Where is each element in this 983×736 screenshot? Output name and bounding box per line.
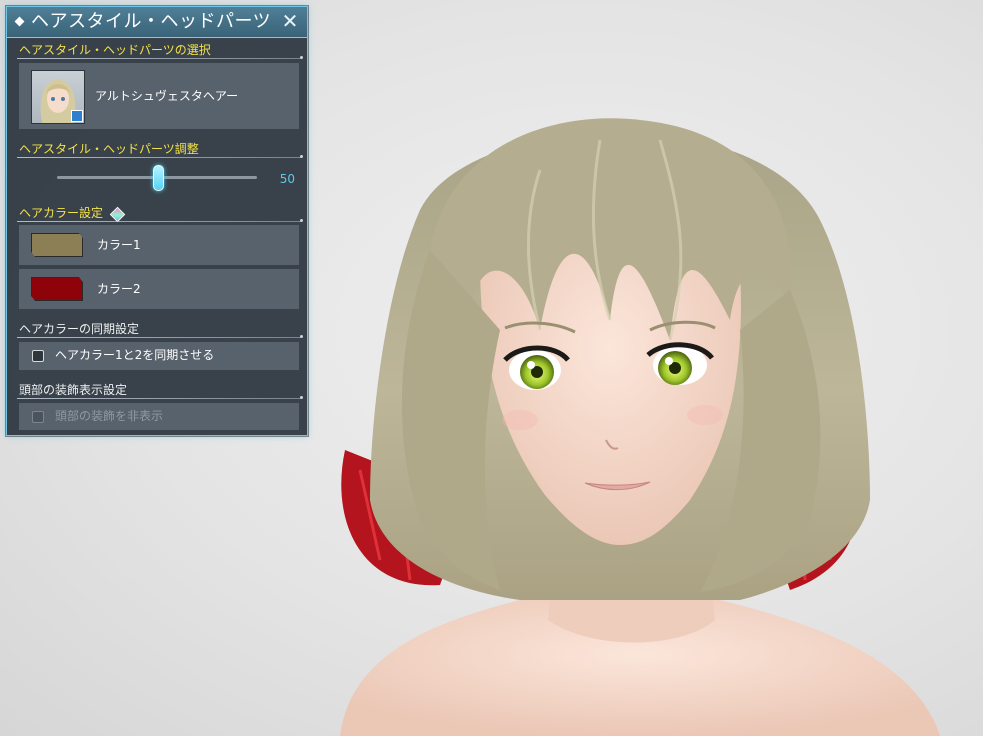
- color-1-swatch: [31, 233, 83, 257]
- divider: [17, 155, 303, 158]
- diamond-icon: [14, 16, 25, 27]
- section-label-adjust: ヘアスタイル・ヘッドパーツ調整: [19, 142, 199, 156]
- divider: [17, 219, 303, 222]
- gem-icon: [109, 206, 126, 223]
- divider: [17, 335, 303, 338]
- hide-accessory-checkbox-row[interactable]: 頭部の装飾を非表示: [19, 403, 299, 430]
- sync-checkbox-row[interactable]: ヘアカラー1と2を同期させる: [19, 342, 299, 370]
- hair-color-1-row[interactable]: カラー1: [19, 225, 299, 265]
- adjust-slider-handle[interactable]: [153, 165, 164, 191]
- close-icon[interactable]: ✕: [279, 10, 301, 32]
- hair-color-2-row[interactable]: カラー2: [19, 269, 299, 309]
- color-2-swatch: [31, 277, 83, 301]
- sync-checkbox-label: ヘアカラー1と2を同期させる: [55, 348, 215, 362]
- hairstyle-item[interactable]: アルトシュヴェスタヘアー: [19, 63, 299, 129]
- hairstyle-name: アルトシュヴェスタヘアー: [95, 89, 239, 103]
- hide-accessory-checkbox[interactable]: [32, 411, 44, 423]
- divider: [17, 396, 303, 399]
- section-label-sync: ヘアカラーの同期設定: [19, 322, 140, 336]
- section-label-hairstyle-select: ヘアスタイル・ヘッドパーツの選択: [19, 43, 211, 57]
- divider: [17, 56, 303, 59]
- hairstyle-panel: ヘアスタイル・ヘッドパーツ ✕ ヘアスタイル・ヘッドパーツの選択 アルトシュヴェ…: [6, 6, 308, 436]
- hair-color-label-text: ヘアカラー設定: [19, 206, 104, 220]
- adjust-slider-value: 50: [279, 172, 295, 186]
- color-1-label: カラー1: [97, 238, 141, 252]
- panel-titlebar[interactable]: ヘアスタイル・ヘッドパーツ ✕: [7, 7, 307, 38]
- item-badge-icon: [71, 110, 83, 122]
- hairstyle-thumbnail: [31, 70, 85, 124]
- section-label-hair-color: ヘアカラー設定: [19, 206, 103, 220]
- hide-accessory-checkbox-label: 頭部の装飾を非表示: [55, 409, 164, 423]
- section-label-head-accessory: 頭部の装飾表示設定: [19, 383, 128, 397]
- panel-title: ヘアスタイル・ヘッドパーツ: [31, 11, 272, 32]
- color-2-label: カラー2: [97, 282, 141, 296]
- sync-checkbox[interactable]: [32, 350, 44, 362]
